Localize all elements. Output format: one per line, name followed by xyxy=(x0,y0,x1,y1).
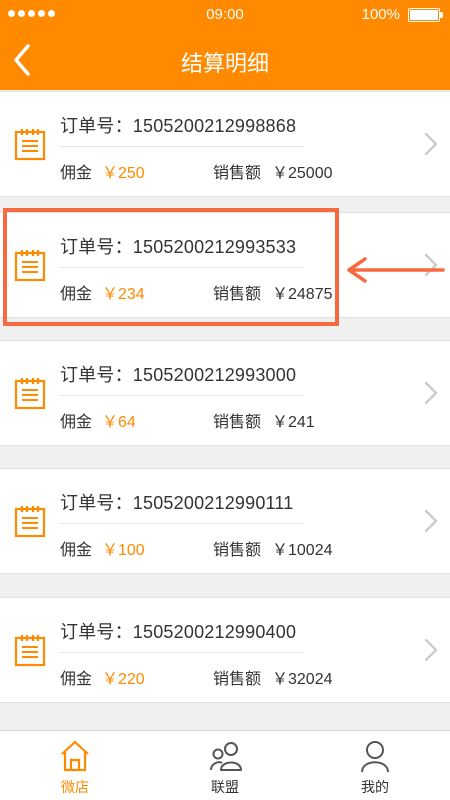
chevron-right-icon xyxy=(424,638,438,662)
commission-value: ￥64 xyxy=(102,414,136,431)
order-card[interactable]: 订单号：1505200212993000 佣金 ￥64 销售额 ￥241 xyxy=(0,340,450,446)
order-doc-icon xyxy=(14,129,46,161)
commission-label: 佣金 xyxy=(60,671,93,688)
order-card[interactable]: 订单号：1505200212990400 佣金 ￥220 销售额 ￥32024 xyxy=(0,597,450,703)
divider xyxy=(60,267,304,268)
sales-label: 销售额 xyxy=(213,165,262,182)
chevron-right-icon xyxy=(424,381,438,405)
sales-value: ￥241 xyxy=(272,414,315,431)
tab-shop[interactable]: 微店 xyxy=(0,731,150,800)
nav-bar: 结算明细 xyxy=(0,30,450,90)
order-number: 订单号：1505200212990400 xyxy=(60,622,297,642)
home-icon xyxy=(61,740,89,772)
tab-alliance-label: 联盟 xyxy=(211,779,239,795)
sales-label: 销售额 xyxy=(213,542,262,559)
page-title: 结算明细 xyxy=(180,51,269,76)
commission-label: 佣金 xyxy=(60,414,93,431)
chevron-right-icon xyxy=(424,253,438,277)
order-card[interactable]: 订单号：1505200212993533 佣金 ￥234 销售额 ￥24875 xyxy=(0,212,450,318)
order-doc-icon xyxy=(14,378,46,410)
sales-label: 销售额 xyxy=(213,286,262,303)
sales-label: 销售额 xyxy=(213,671,262,688)
battery-percent: 100% xyxy=(361,6,400,23)
divider xyxy=(60,652,304,653)
sales-value: ￥24875 xyxy=(272,286,333,303)
sales-value: ￥25000 xyxy=(272,165,333,182)
tab-mine-label: 我的 xyxy=(361,779,389,795)
order-number: 订单号：1505200212990111 xyxy=(60,493,294,513)
order-doc-icon xyxy=(14,250,46,282)
commission-value: ￥234 xyxy=(102,286,145,303)
sales-label: 销售额 xyxy=(213,414,262,431)
commission-label: 佣金 xyxy=(60,542,93,559)
chevron-right-icon xyxy=(424,132,438,156)
order-doc-icon xyxy=(14,635,46,667)
commission-label: 佣金 xyxy=(60,165,93,182)
tab-bar: 微店 联盟 我的 xyxy=(0,730,450,800)
divider xyxy=(60,146,304,147)
order-number: 订单号：1505200212993000 xyxy=(60,365,297,385)
commission-label: 佣金 xyxy=(60,286,93,303)
commission-value: ￥220 xyxy=(102,671,145,688)
battery-icon xyxy=(408,8,443,22)
group-icon xyxy=(210,742,242,771)
divider xyxy=(60,395,304,396)
tab-mine[interactable]: 我的 xyxy=(300,731,450,800)
order-doc-icon xyxy=(14,506,46,538)
tab-shop-label: 微店 xyxy=(61,779,89,795)
commission-value: ￥250 xyxy=(102,165,145,182)
sales-value: ￥32024 xyxy=(272,671,333,688)
order-number: 订单号：1505200212998868 xyxy=(60,116,297,136)
user-icon xyxy=(361,741,389,773)
sales-value: ￥10024 xyxy=(272,542,333,559)
chevron-right-icon xyxy=(424,509,438,533)
order-card[interactable]: 订单号：1505200212998868 佣金 ￥250 销售额 ￥25000 xyxy=(0,91,450,197)
status-bar: 09:00 100% xyxy=(0,0,450,30)
divider xyxy=(60,523,304,524)
commission-value: ￥100 xyxy=(102,542,145,559)
order-number: 订单号：1505200212993533 xyxy=(60,237,297,257)
order-card[interactable]: 订单号：1505200212990111 佣金 ￥100 销售额 ￥10024 xyxy=(0,468,450,574)
tab-alliance[interactable]: 联盟 xyxy=(150,731,300,800)
